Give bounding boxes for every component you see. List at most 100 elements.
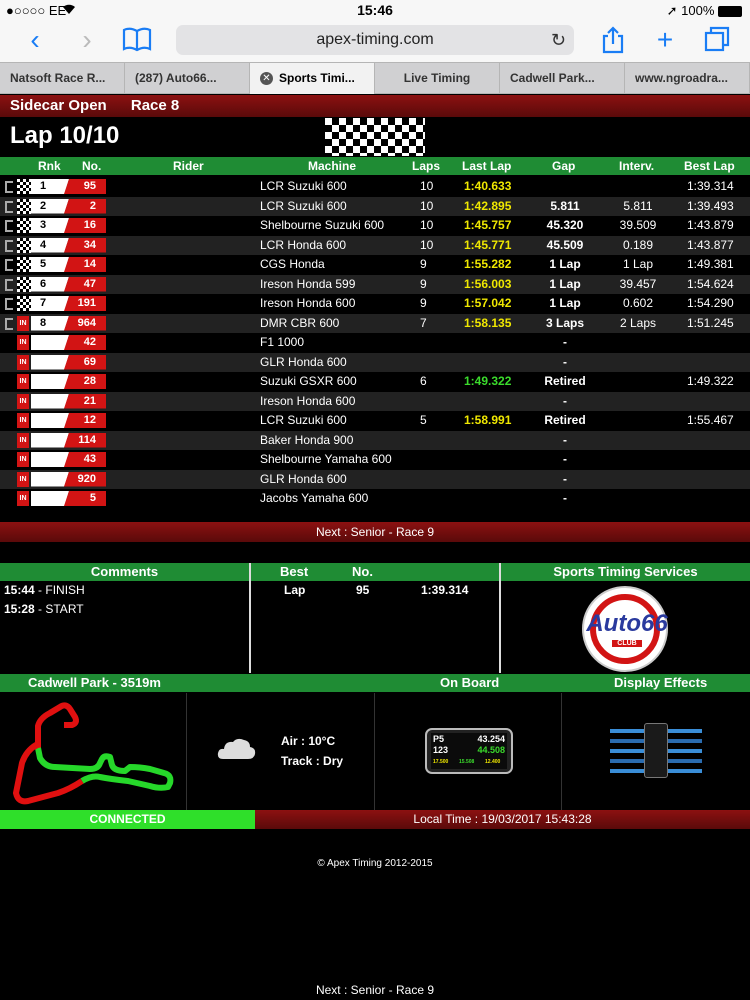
table-row[interactable]: IN 114 Baker Honda 900 - — [0, 430, 750, 450]
browser-tab[interactable]: Cadwell Park... — [500, 63, 625, 94]
browser-tab-strip: Natsoft Race R... (287) Auto66... ✕ Sport… — [0, 62, 750, 94]
laps: 9 — [420, 296, 427, 310]
gap: 3 Laps — [545, 315, 584, 330]
position — [31, 374, 69, 389]
position: 7 — [31, 296, 69, 311]
machine: GLR Honda 600 — [260, 354, 347, 369]
position — [31, 471, 69, 487]
machine: Jacobs Yamaha 600 — [260, 491, 369, 505]
table-row[interactable]: IN 5 Jacobs Yamaha 600 - — [0, 489, 750, 509]
interval: 39.457 — [619, 276, 657, 291]
race-number: 95 — [64, 179, 106, 194]
comment-item: 15:28 - START — [4, 602, 84, 616]
gap: 45.320 — [546, 218, 584, 232]
browser-toolbar: ‹ › apex-timing.com ↻ + — [0, 20, 750, 62]
share-icon[interactable] — [598, 26, 628, 56]
table-row[interactable]: 3 16 Shelbourne Suzuki 600 10 1:45.757 45.320… — [0, 216, 750, 236]
back-icon[interactable]: ‹ — [20, 26, 50, 56]
table-row[interactable]: IN 12 LCR Suzuki 600 5 1:58.991 Retired 1:55.4… — [0, 411, 750, 431]
reload-icon[interactable]: ↻ — [551, 25, 566, 55]
race-number: 920 — [64, 471, 106, 487]
gap: - — [563, 335, 567, 349]
forward-icon[interactable]: › — [72, 26, 102, 56]
browser-tab[interactable]: Live Timing — [375, 63, 500, 94]
position-bracket — [5, 317, 13, 330]
table-row[interactable]: IN 21 Ireson Honda 600 - — [0, 391, 750, 411]
browser-tab-active[interactable]: ✕ Sports Timi... — [250, 63, 375, 94]
position-bracket — [5, 259, 13, 271]
track-map[interactable] — [0, 693, 187, 810]
table-row[interactable]: 7 191 Ireson Honda 600 9 1:57.042 1 Lap 0.602 1… — [0, 294, 750, 314]
tabs-overview-icon[interactable] — [702, 26, 732, 56]
gap: - — [563, 354, 567, 369]
machine: LCR Honda 600 — [260, 237, 347, 252]
browser-tab[interactable]: (287) Auto66... — [125, 63, 250, 94]
last-lap: 1:55.282 — [464, 257, 512, 271]
machine: Shelbourne Suzuki 600 — [260, 218, 385, 232]
race-number: 191 — [64, 296, 106, 311]
laps: 10 — [420, 179, 434, 193]
laps: 6 — [420, 374, 427, 388]
url-text: apex-timing.com — [316, 31, 434, 48]
col-last-lap: Last Lap — [462, 159, 512, 173]
race-number: 43 — [64, 452, 106, 467]
interval: 0.189 — [622, 237, 654, 252]
comments-list: 15:44 - FINISH 15:28 - START — [0, 581, 249, 673]
browser-tab[interactable]: www.ngroadra... — [625, 63, 750, 94]
table-row[interactable]: IN 8 964 DMR CBR 600 7 1:58.135 3 Laps 2 Laps 1:… — [0, 313, 750, 333]
battery-indicator: ➚ 100% — [667, 3, 742, 19]
table-row[interactable]: 1 95 LCR Suzuki 600 10 1:40.633 1:39.314 — [0, 177, 750, 197]
best-lap: 1:54.624 — [687, 276, 734, 291]
last-lap: 1:58.135 — [464, 315, 512, 330]
col-gap: Gap — [552, 159, 576, 173]
track-map-icon — [13, 702, 174, 805]
table-row[interactable]: IN 920 GLR Honda 600 - — [0, 469, 750, 489]
auto66-club-logo[interactable]: Auto66 CLUB — [582, 586, 668, 672]
finish-flag-icon — [17, 257, 31, 272]
gap: 5.811 — [550, 198, 580, 213]
bookmarks-icon[interactable] — [122, 26, 152, 56]
close-tab-icon[interactable]: ✕ — [260, 72, 273, 86]
table-row[interactable]: IN 43 Shelbourne Yamaha 600 - — [0, 450, 750, 470]
table-row[interactable]: IN 69 GLR Honda 600 - — [0, 352, 750, 372]
location-icon: ➚ — [666, 3, 678, 18]
finish-flag-icon — [17, 296, 31, 311]
sponsor-title: Sports Timing Services — [501, 563, 750, 581]
next-race-footer: Next : Senior - Race 9 — [315, 983, 435, 997]
in-pit-badge: IN — [17, 432, 29, 448]
display-effects-panel[interactable] — [562, 693, 750, 810]
new-tab-icon[interactable]: + — [650, 26, 680, 56]
finish-flag-icon — [17, 276, 31, 292]
position-bracket — [5, 181, 13, 193]
best-lap-row: Lap 95 1:39.314 — [251, 581, 499, 601]
interval: 1 Lap — [622, 257, 654, 271]
position-bracket — [5, 220, 13, 232]
checkered-flag-icon — [325, 118, 425, 156]
last-lap: 1:49.322 — [464, 374, 512, 388]
browser-tab[interactable]: Natsoft Race R... — [0, 63, 125, 94]
machine: LCR Suzuki 600 — [260, 198, 347, 213]
position — [31, 335, 69, 350]
last-lap: 1:57.042 — [464, 296, 512, 310]
machine: Suzuki GSXR 600 — [260, 374, 357, 388]
onboard-panel[interactable]: P5 43.254 123 44.508 17.500 15.508 12.40… — [375, 693, 562, 810]
clock: 15:46 — [357, 2, 393, 18]
table-row[interactable]: 6 47 Ireson Honda 599 9 1:56.003 1 Lap 39.457 1… — [0, 274, 750, 294]
table-row[interactable]: 2 2 LCR Suzuki 600 10 1:42.895 5.811 5.811 1:39… — [0, 196, 750, 216]
best-lap: 1:39.314 — [687, 179, 734, 193]
position: 5 — [31, 257, 69, 272]
col-rider: Rider — [173, 159, 204, 173]
position: 3 — [31, 218, 69, 233]
bottom-panels: Air : 10°C Track : Dry P5 43.254 123 44.… — [0, 693, 750, 810]
laps: 10 — [420, 198, 434, 213]
url-bar[interactable]: apex-timing.com ↻ — [176, 25, 574, 55]
table-row[interactable]: 4 34 LCR Honda 600 10 1:45.771 45.509 0.189 1:4… — [0, 235, 750, 255]
interval: 2 Laps — [619, 315, 657, 330]
table-row[interactable]: IN 42 F1 1000 - — [0, 333, 750, 353]
machine: Shelbourne Yamaha 600 — [260, 452, 392, 466]
best-lap: 1:39.493 — [687, 198, 734, 213]
gap: - — [563, 471, 567, 486]
table-row[interactable]: 5 14 CGS Honda 9 1:55.282 1 Lap 1 Lap 1:49.381 — [0, 255, 750, 275]
local-time: Local Time : 19/03/2017 15:43:28 — [255, 810, 750, 829]
table-row[interactable]: IN 28 Suzuki GSXR 600 6 1:49.322 Retired 1:49.… — [0, 372, 750, 392]
